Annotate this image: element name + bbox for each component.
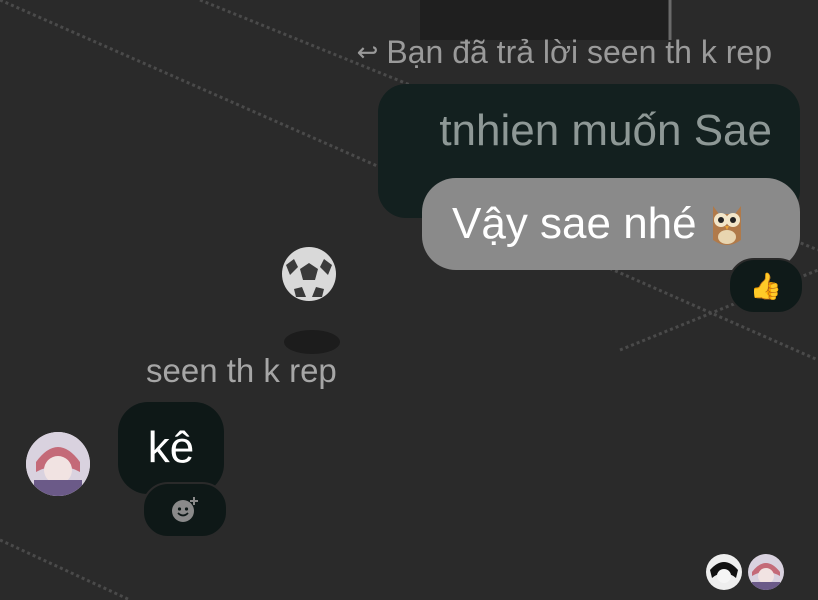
received-message-bubble[interactable]: kê [118, 402, 224, 494]
add-reaction-icon [172, 497, 198, 522]
quoted-message-text: tnhien muốn Sae [439, 106, 772, 155]
soccer-ball-icon [282, 247, 336, 301]
received-sender-label: seen th k rep [146, 352, 337, 389]
owl-emoji-icon [712, 206, 741, 245]
thumbs-up-reaction[interactable]: 👍 [728, 258, 804, 314]
ball-shadow [284, 330, 340, 354]
seen-by-avatars [706, 554, 784, 590]
seen-avatar-2 [748, 554, 784, 590]
reply-note: ↩ Bạn đã trả lời seen th k rep [357, 34, 772, 71]
sent-message-bubble[interactable]: Vậy sae nhé [422, 178, 800, 270]
avatar-image [26, 432, 90, 496]
seen-avatar-1 [706, 554, 742, 590]
reply-arrow-icon: ↩ [356, 37, 379, 67]
reply-note-text: Bạn đã trả lời seen th k rep [386, 34, 772, 70]
contact-avatar[interactable] [26, 432, 90, 496]
thumbs-up-icon: 👍 [749, 270, 783, 301]
sent-message-text: Vậy sae nhé [452, 199, 697, 248]
received-message-text: kê [147, 423, 195, 472]
add-reaction-button[interactable] [142, 482, 228, 538]
